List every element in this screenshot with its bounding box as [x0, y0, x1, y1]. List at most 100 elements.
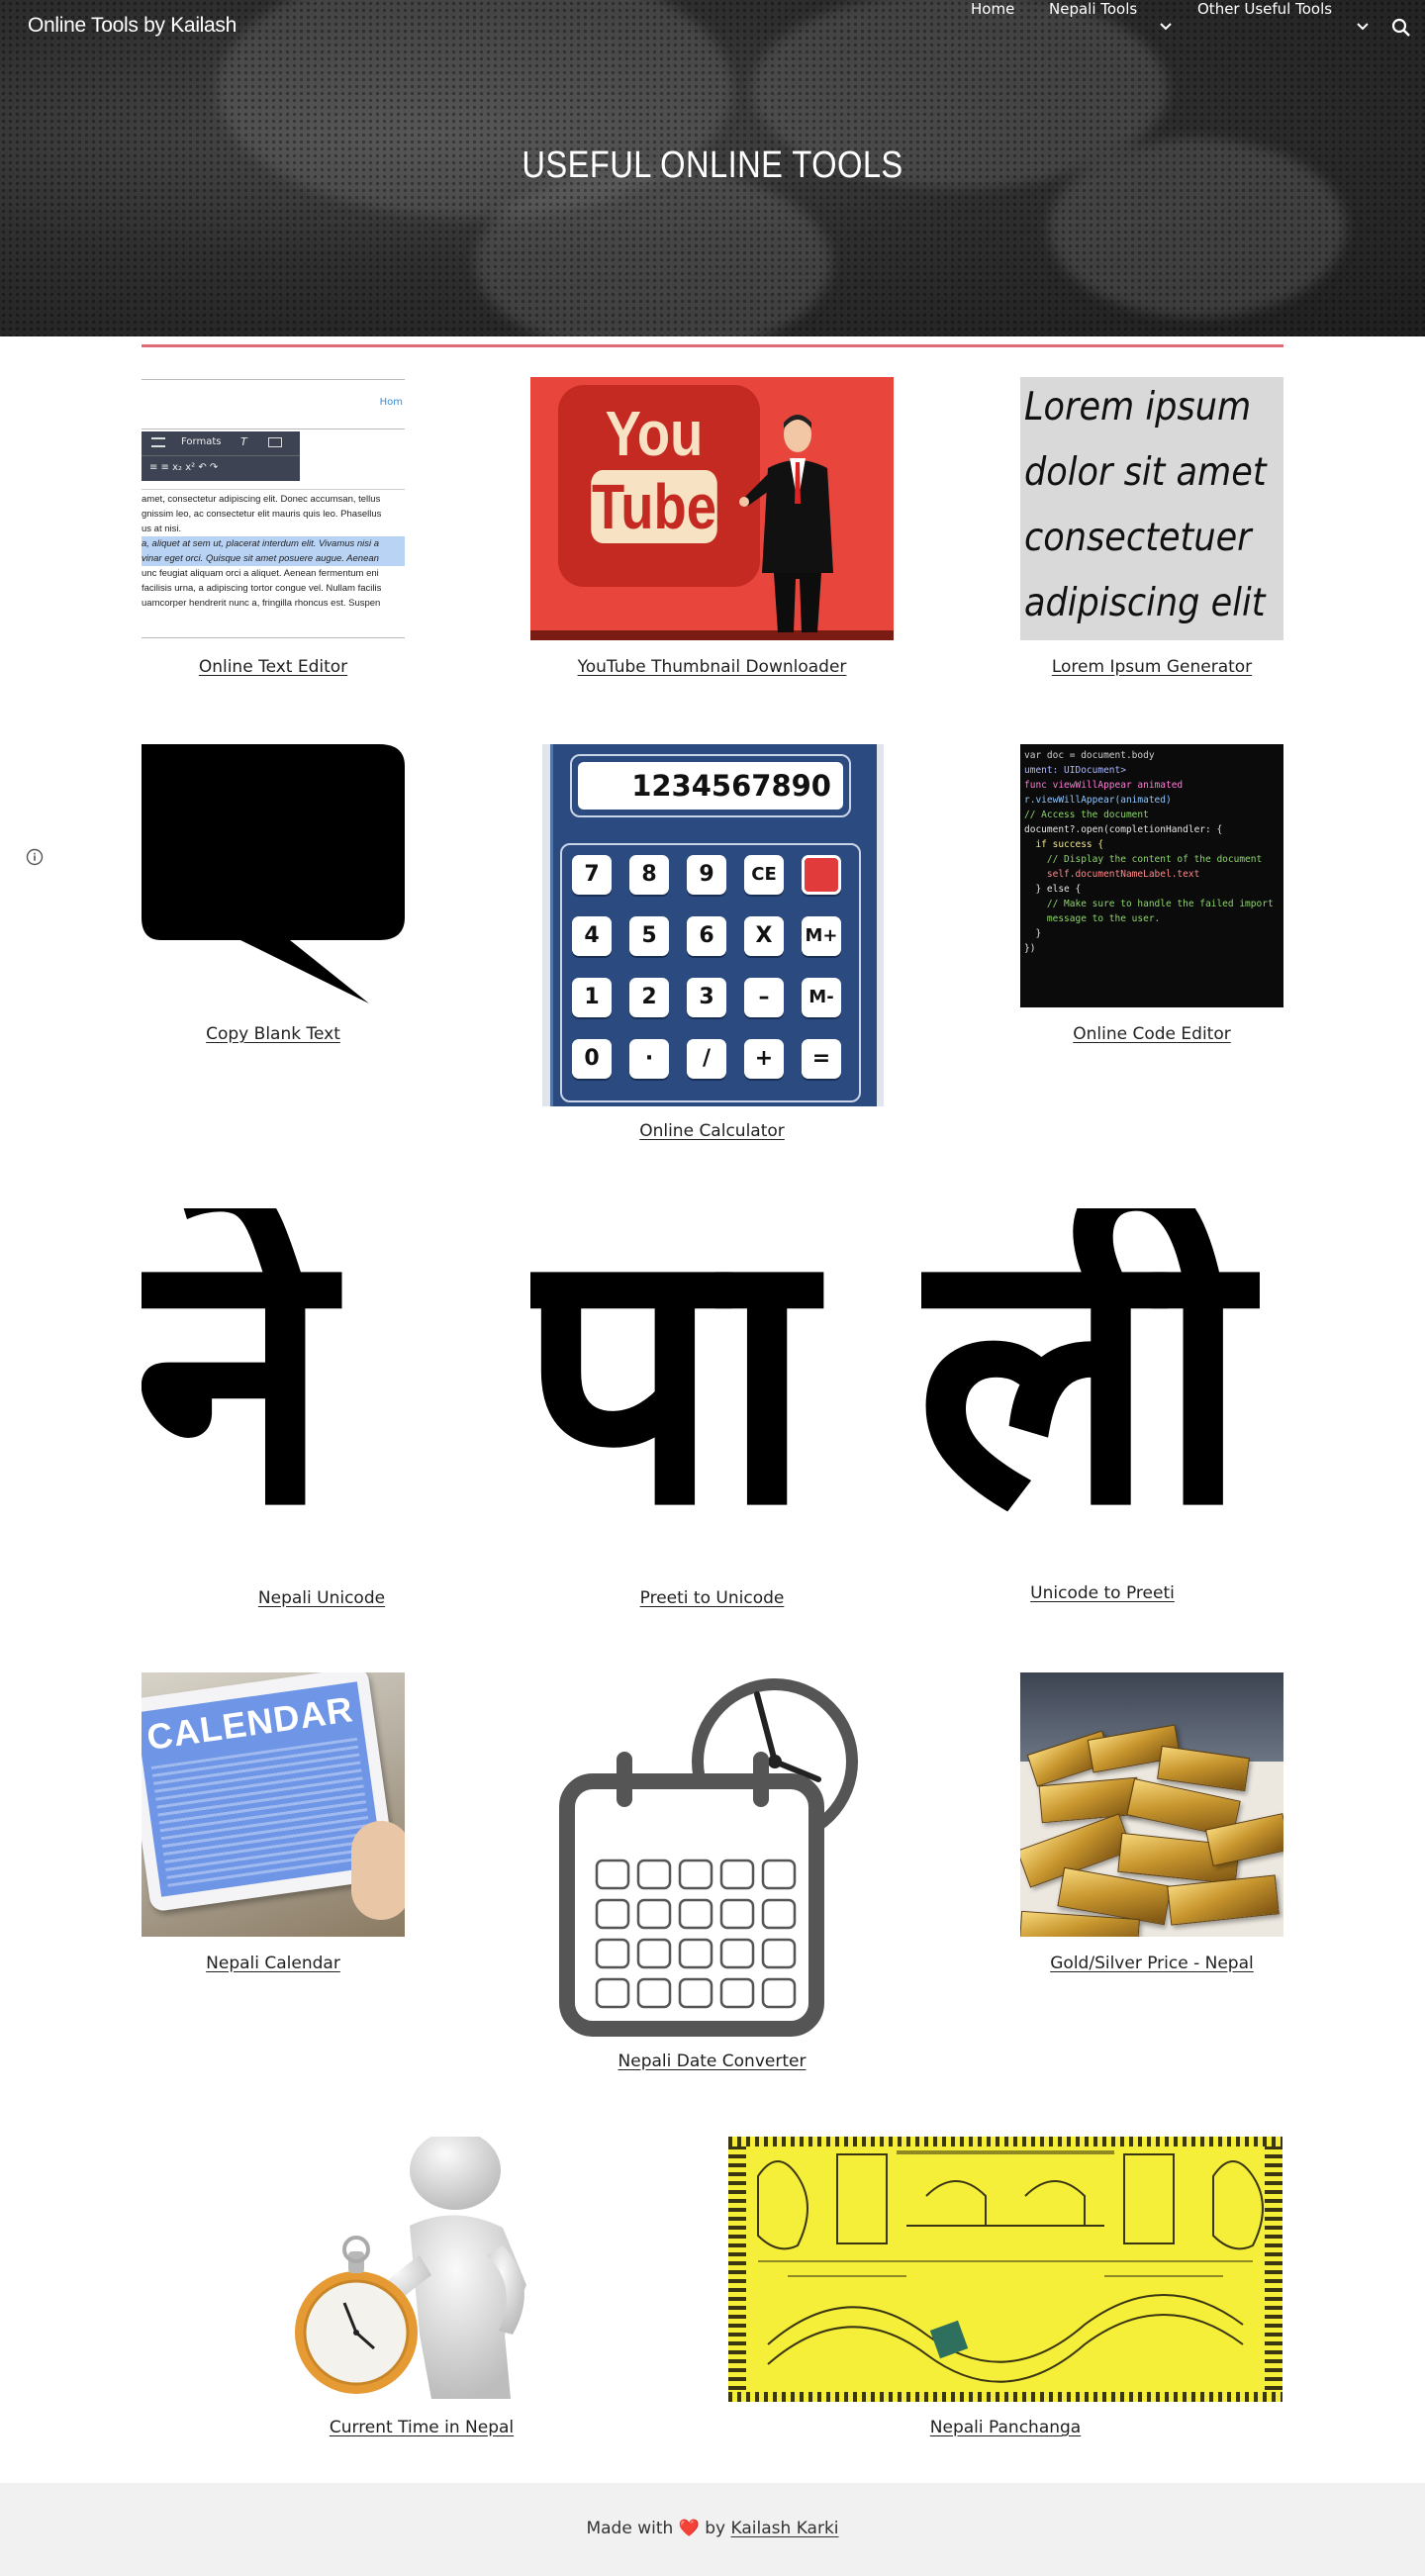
gold-bar [1167, 1874, 1280, 1926]
panchanga-image[interactable] [728, 2137, 1282, 2402]
nepali-unicode-link[interactable]: Nepali Unicode [142, 1588, 502, 1608]
nepali-glyph-pa: पा [530, 1208, 813, 1572]
calculator-key[interactable]: 7 [572, 855, 612, 895]
calculator-key[interactable]: 4 [572, 916, 612, 956]
nepali-unicode-image[interactable]: ने [142, 1208, 502, 1572]
youtube-thumbnail-image[interactable]: You Tube [530, 377, 894, 640]
heart-icon: ❤️ [678, 2519, 700, 2538]
code-line: } else { [1024, 884, 1082, 895]
calculator-key[interactable]: 5 [629, 916, 669, 956]
editor-text-line: unc feugiat aliquam orci a aliquet. Aene… [142, 568, 379, 579]
editor-text-line: us at nisi. [142, 524, 182, 534]
nepali-calendar-link[interactable]: Nepali Calendar [142, 1954, 405, 1973]
presenter-figure [739, 415, 833, 632]
unicode-to-preeti-link[interactable]: Unicode to Preeti [921, 1583, 1283, 1603]
footer-by: by [705, 2519, 726, 2538]
home-link-text: Hom [379, 397, 403, 408]
current-time-nepal-link[interactable]: Current Time in Nepal [293, 2418, 550, 2437]
divider [142, 344, 1283, 347]
code-line: document?.open(completionHandler: { [1024, 824, 1223, 835]
lorem-line: consectetuer [1024, 516, 1252, 560]
editor-text-line: a, aliquet at sem ut, placerat interdum … [142, 536, 405, 551]
chevron-down-icon[interactable] [1157, 18, 1175, 36]
code-line: // Access the document [1024, 810, 1149, 820]
calculator-key[interactable]: CE [744, 855, 784, 895]
nepali-panchanga-link[interactable]: Nepali Panchanga [728, 2418, 1282, 2437]
calculator-key[interactable]: 0 [572, 1039, 612, 1079]
code-line: }) [1024, 943, 1036, 954]
nepali-calendar-image[interactable]: CALENDAR [142, 1672, 405, 1937]
nav-nepali-tools[interactable]: Nepali Tools [1049, 0, 1137, 18]
nav-other-tools[interactable]: Other Useful Tools [1197, 0, 1332, 18]
code-line: if success { [1024, 839, 1104, 850]
speech-bubble-image[interactable] [142, 744, 405, 1007]
search-icon[interactable] [1390, 17, 1412, 39]
code-line: } [1024, 928, 1042, 939]
current-time-image[interactable] [293, 2137, 550, 2401]
code-line: ument: UIDocument> [1024, 765, 1126, 776]
calculator-key[interactable]: – [744, 978, 784, 1017]
calculator-key[interactable]: 8 [629, 855, 669, 895]
preeti-to-unicode-link[interactable]: Preeti to Unicode [530, 1588, 894, 1608]
lorem-line: dolor sit amet [1024, 450, 1267, 495]
online-calculator-link[interactable]: Online Calculator [530, 1121, 894, 1141]
footer-credit: Made with ❤️ by Kailash Karki [0, 2519, 1425, 2538]
calculator-power-key[interactable] [802, 855, 841, 895]
code-line: // Display the content of the document [1024, 854, 1263, 865]
author-link[interactable]: Kailash Karki [731, 2519, 839, 2538]
code-line: var doc = document.body [1024, 750, 1155, 761]
calculator-key[interactable]: M- [802, 978, 841, 1017]
nepali-glyph-li: ली [921, 1208, 1250, 1567]
calculator-display: 1234567890 [578, 762, 843, 810]
editor-toolbar: Formats T ≡ ≡ x₂ x² ↶ ↷ [142, 431, 300, 481]
youtube-logo-top: You [605, 398, 704, 469]
date-converter-image[interactable] [559, 1672, 866, 2037]
calculator-key[interactable]: M+ [802, 916, 841, 956]
editor-text-line: vinar eget orci. Quisque sit amet posuer… [142, 551, 405, 566]
code-line: func viewWillAppear animated [1024, 780, 1184, 791]
editor-text-line: facilisis urna, a adipiscing tortor cong… [142, 583, 382, 594]
gold-bar [1157, 1745, 1250, 1792]
gold-bar [1038, 1776, 1141, 1824]
preeti-to-unicode-image[interactable]: पा [530, 1208, 894, 1572]
code-line: self.documentNameLabel.text [1024, 869, 1200, 880]
copy-blank-text-link[interactable]: Copy Blank Text [142, 1024, 405, 1044]
formats-dropdown: Formats [181, 436, 222, 447]
youtube-logo-bottom: Tube [591, 470, 717, 543]
site-title[interactable]: Online Tools by Kailash [28, 14, 237, 38]
calculator-image[interactable]: 1234567890 7 8 9 CE 4 5 6 X M+ 1 2 3– M- 0 · / + = [542, 744, 884, 1106]
gold-silver-price-link[interactable]: Gold/Silver Price - Nepal [1020, 1954, 1283, 1973]
online-text-editor-link[interactable]: Online Text Editor [142, 657, 405, 677]
lorem-ipsum-generator-link[interactable]: Lorem Ipsum Generator [1020, 657, 1283, 677]
calculator-key[interactable]: 1 [572, 978, 612, 1017]
youtube-thumbnail-downloader-link[interactable]: YouTube Thumbnail Downloader [530, 657, 894, 677]
gold-bars-image[interactable] [1020, 1672, 1283, 1937]
lorem-ipsum-image[interactable]: Lorem ipsum dolor sit amet consectetuer adi… [1020, 377, 1283, 640]
online-code-editor-link[interactable]: Online Code Editor [1020, 1024, 1283, 1044]
editor-text-line: amet, consectetur adipiscing elit. Donec… [142, 494, 381, 505]
calculator-key[interactable]: = [802, 1039, 841, 1079]
chevron-down-icon[interactable] [1354, 18, 1372, 36]
editor-text-line: uamcorper hendrerit nunc a, fringilla rh… [142, 598, 381, 609]
calculator-key[interactable]: 9 [687, 855, 726, 895]
lorem-line: Lorem ipsum [1024, 385, 1252, 429]
calculator-key[interactable]: 3 [687, 978, 726, 1017]
calculator-key[interactable]: 6 [687, 916, 726, 956]
page-title: USEFUL ONLINE TOOLS [522, 144, 903, 186]
lorem-line: adipiscing elit [1024, 581, 1266, 625]
code-editor-image[interactable]: var doc = document.body ument: UIDocument… [1020, 744, 1283, 1007]
calculator-key[interactable]: X [744, 916, 784, 956]
nepali-date-converter-link[interactable]: Nepali Date Converter [530, 2051, 894, 2071]
calculator-key[interactable]: 2 [629, 978, 669, 1017]
text-editor-image[interactable]: Hom Formats T ≡ ≡ x₂ x² ↶ ↷ amet, consec… [142, 377, 405, 640]
info-icon[interactable] [26, 848, 44, 866]
code-line: // Make sure to handle the failed import [1024, 899, 1274, 909]
calculator-key[interactable]: + [744, 1039, 784, 1079]
nepali-glyph-ne: ने [142, 1208, 332, 1572]
unicode-to-preeti-image[interactable]: ली [921, 1208, 1283, 1567]
nav-home[interactable]: Home [971, 0, 1014, 18]
calculator-key[interactable]: / [687, 1039, 726, 1079]
editor-text-line: gnissim leo, ac consectetur elit mauris … [142, 509, 382, 520]
calculator-key[interactable]: · [629, 1039, 669, 1079]
code-line: message to the user. [1024, 913, 1161, 924]
